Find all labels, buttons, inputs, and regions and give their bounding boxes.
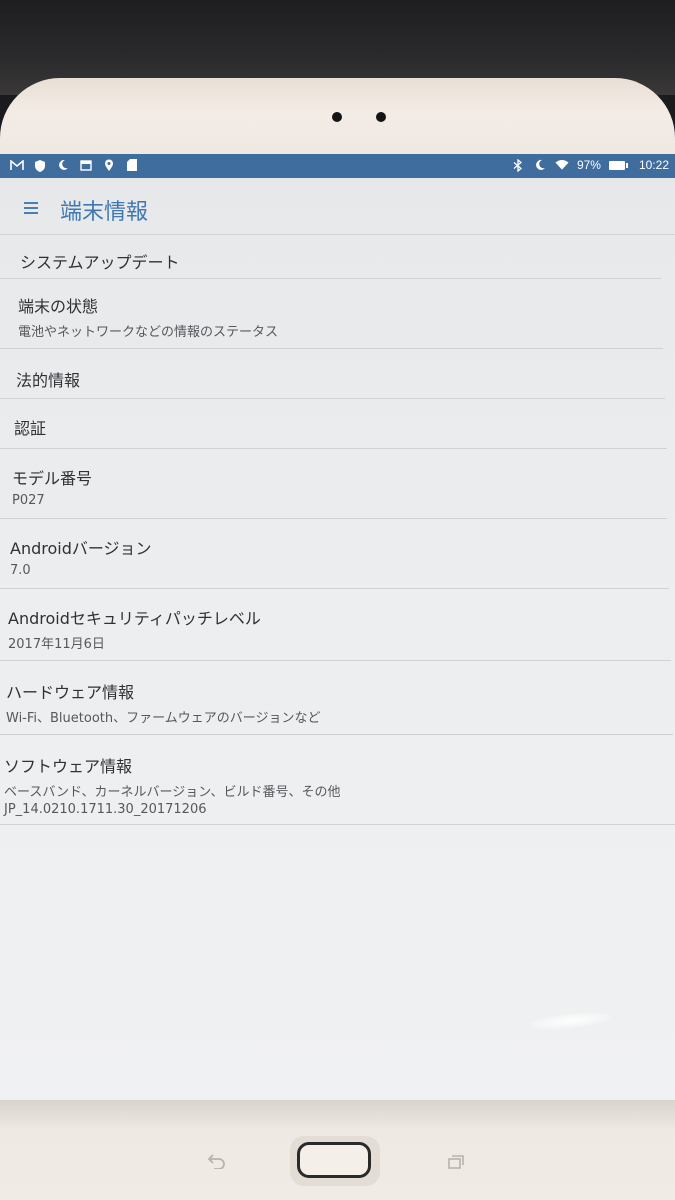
menu-icon[interactable] (24, 202, 38, 214)
location-icon (102, 158, 116, 172)
home-button[interactable] (297, 1142, 371, 1178)
item-title: 法的情報 (16, 371, 81, 390)
list-item-device-status[interactable]: 端末の状態 電池やネットワークなどの情報のステータス (0, 279, 663, 349)
status-bar: 97% 10:22 (0, 154, 675, 178)
gmail-icon (10, 158, 24, 172)
list-item-model-number[interactable]: モデル番号 P027 (0, 449, 667, 519)
list-item-android-version[interactable]: Androidバージョン 7.0 (0, 519, 669, 589)
list-item-legal-info[interactable]: 法的情報 (0, 349, 665, 399)
item-title: ハードウェア情報 (6, 683, 135, 702)
shield-icon (33, 158, 47, 172)
item-subtitle: 7.0 (10, 563, 31, 578)
item-subtitle: P027 (12, 493, 45, 508)
back-icon[interactable] (204, 1150, 230, 1172)
calendar-icon (79, 158, 93, 172)
item-subtitle: 2017年11月6日 (8, 637, 105, 652)
front-camera-icon (332, 112, 342, 122)
item-subtitle: 電池やネットワークなどの情報のステータス (18, 325, 279, 340)
item-title: ソフトウェア情報 (4, 757, 133, 776)
list-item-hardware-info[interactable]: ハードウェア情報 Wi-Fi、Bluetooth、ファームウェアのバージョンなど (0, 661, 673, 735)
settings-list: システムアップデート 端末の状態 電池やネットワークなどの情報のステータス 法的… (0, 235, 675, 825)
bluetooth-icon (511, 158, 525, 172)
item-title: Androidバージョン (10, 539, 152, 558)
item-title: 端末の状態 (18, 297, 99, 316)
screen-glare (529, 1009, 611, 1033)
battery-icon (608, 160, 628, 170)
list-item-certification[interactable]: 認証 (0, 399, 667, 449)
clock-time: 10:22 (638, 158, 669, 172)
moon-icon (56, 158, 70, 172)
battery-percent: 97% (576, 158, 601, 172)
sd-card-icon (125, 158, 139, 172)
list-item-system-update[interactable]: システムアップデート (0, 235, 661, 279)
list-item-security-patch[interactable]: Androidセキュリティパッチレベル 2017年11月6日 (0, 589, 671, 661)
app-bar: 端末情報 (0, 178, 675, 235)
item-subtitle: Wi-Fi、Bluetooth、ファームウェアのバージョンなど (6, 711, 321, 726)
item-subtitle: ベースバンド、カーネルバージョン、ビルド番号、その他 (4, 785, 341, 800)
recents-icon[interactable] (444, 1152, 468, 1172)
wifi-icon (555, 158, 569, 172)
light-sensor-icon (376, 112, 386, 122)
item-title: システムアップデート (20, 253, 180, 272)
list-item-software-info[interactable]: ソフトウェア情報 ベースバンド、カーネルバージョン、ビルド番号、その他 JP_1… (0, 735, 675, 825)
build-number: JP_14.0210.1711.30_20171206 (4, 802, 207, 817)
item-title: Androidセキュリティパッチレベル (8, 609, 261, 628)
tablet-screen: 97% 10:22 端末情報 システムアップデート 端末の状態 電池やネットワー… (0, 154, 675, 1100)
moon-icon (533, 158, 547, 172)
item-title: 認証 (14, 419, 47, 438)
item-title: モデル番号 (12, 469, 93, 488)
page-title: 端末情報 (60, 200, 149, 225)
